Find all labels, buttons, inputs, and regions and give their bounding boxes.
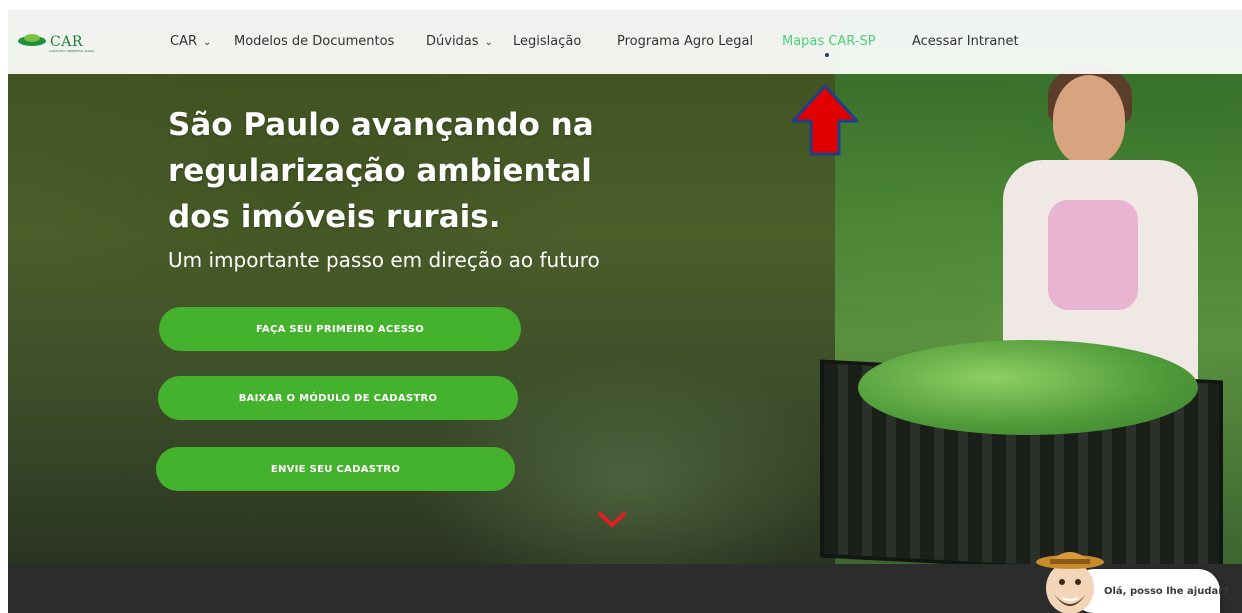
- chevron-down-icon: ⌄: [484, 37, 493, 48]
- baixar-modulo-button[interactable]: BAIXAR O MÓDULO DE CADASTRO: [158, 376, 518, 420]
- hero-photo-shirt-print: [1048, 200, 1138, 310]
- chevron-down-icon[interactable]: [597, 510, 627, 530]
- active-indicator-dot: [825, 53, 829, 57]
- nav-item-label: Dúvidas: [426, 34, 479, 49]
- nav-item-label: Programa Agro Legal: [617, 34, 754, 49]
- hero-subtitle: Um importante passo em direção ao futuro: [168, 248, 600, 272]
- hero-title-line: regularização ambiental: [168, 153, 592, 189]
- chevron-down-icon: ⌄: [203, 37, 212, 48]
- red-arrow-up-icon: [791, 84, 859, 156]
- nav-item-label: Acessar Intranet: [912, 34, 1019, 49]
- logo-tagline: CADASTRO AMBIENTAL RURAL: [49, 49, 95, 53]
- nav-item-label: Legislação: [513, 34, 582, 49]
- browser-viewport: CAR CADASTRO AMBIENTAL RURAL CAR ⌄ Modelo…: [8, 10, 1242, 613]
- nav-item-acessar-intranet[interactable]: Acessar Intranet: [912, 34, 1019, 50]
- nav-item-programa-agro-legal[interactable]: Programa Agro Legal: [617, 34, 753, 50]
- car-leaf-logo-icon: [18, 34, 46, 50]
- nav-item-duvidas[interactable]: Dúvidas ⌄: [426, 34, 493, 51]
- car-logo[interactable]: CAR CADASTRO AMBIENTAL RURAL: [18, 30, 95, 54]
- nav-item-car[interactable]: CAR ⌄: [170, 34, 211, 51]
- primeiro-acesso-button[interactable]: FAÇA SEU PRIMEIRO ACESSO: [159, 307, 521, 351]
- nav-item-legislacao[interactable]: Legislação: [513, 34, 581, 50]
- nav-item-label: Modelos de Documentos: [234, 34, 395, 49]
- nav-item-label: CAR: [170, 34, 198, 49]
- farmer-avatar-icon[interactable]: [1034, 548, 1104, 613]
- logo-text: CAR: [50, 34, 83, 50]
- hero-title-line: dos imóveis rurais.: [168, 199, 501, 235]
- chat-widget-message[interactable]: Olá, posso lhe ajudar?: [1104, 586, 1229, 597]
- nav-item-mapas-car-sp[interactable]: Mapas CAR-SP: [782, 34, 876, 50]
- hero-photo-lettuce: [858, 340, 1198, 435]
- envie-cadastro-button[interactable]: ENVIE SEU CADASTRO: [156, 447, 515, 491]
- hero-photo-woman-face: [1053, 75, 1125, 165]
- hero-title-line: São Paulo avançando na: [168, 107, 594, 143]
- nav-item-label: Mapas CAR-SP: [782, 34, 876, 49]
- top-navbar: CAR CADASTRO AMBIENTAL RURAL CAR ⌄ Modelo…: [8, 10, 1242, 74]
- nav-item-modelos-de-documentos[interactable]: Modelos de Documentos: [234, 34, 394, 50]
